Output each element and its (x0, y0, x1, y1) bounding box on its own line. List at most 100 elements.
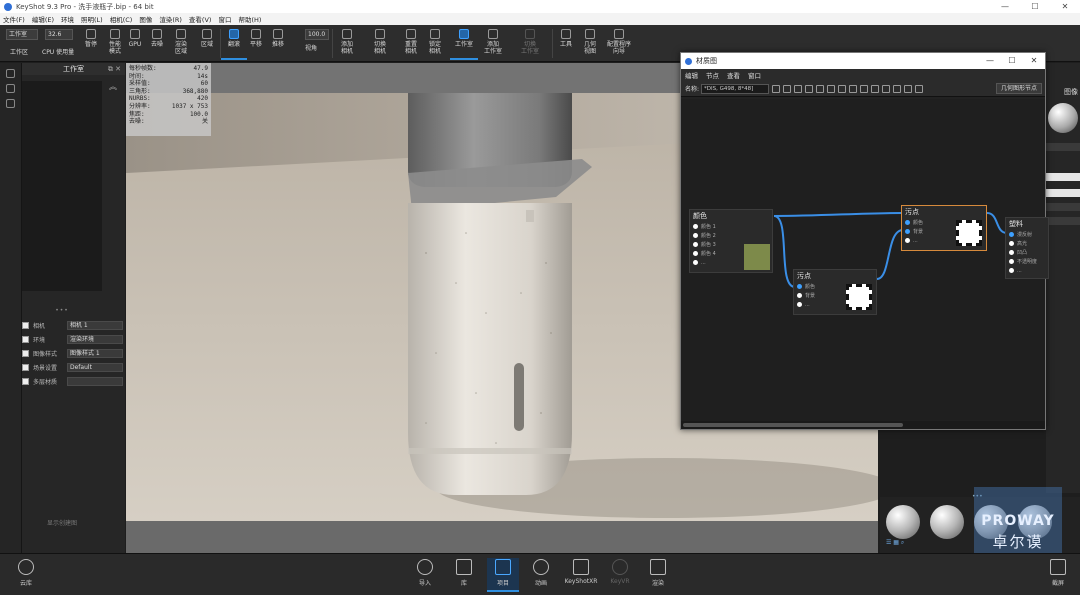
save-icon[interactable] (772, 84, 781, 93)
graph-menu-node[interactable]: 节点 (706, 70, 719, 80)
property-slider-2[interactable] (1046, 189, 1080, 197)
pause-button[interactable]: 暂停 (78, 27, 104, 60)
library-button[interactable]: 库 (448, 558, 480, 592)
configurator-wizard-button[interactable]: 配置程序 向导 (603, 27, 635, 60)
environment-checkbox[interactable] (22, 336, 29, 343)
multi-material-select[interactable] (67, 377, 123, 386)
graph-horizontal-scrollbar[interactable] (681, 421, 1045, 429)
camera-checkbox[interactable] (22, 322, 29, 329)
maximize-button[interactable]: ☐ (1020, 0, 1050, 13)
fit-icon[interactable] (904, 84, 913, 93)
camera-select[interactable]: 相机 1 (67, 321, 123, 330)
minimize-button[interactable]: — (990, 0, 1020, 13)
delete-node-icon[interactable] (849, 84, 858, 93)
animation-button[interactable]: 动画 (525, 558, 557, 592)
spots2-thumbnail (956, 220, 982, 246)
project-panel: 图像 (1046, 63, 1080, 493)
frame-icon[interactable] (882, 84, 891, 93)
scene-setting-checkbox[interactable] (22, 364, 29, 371)
copy-icon[interactable] (6, 69, 15, 78)
screenshot-button[interactable]: 截屏 (1042, 558, 1074, 592)
switch-camera-button[interactable]: 切换 相机 (367, 27, 393, 60)
graph-minimize-button[interactable]: — (979, 53, 1001, 69)
image-style-select[interactable]: 图像样式 1 (67, 349, 123, 358)
dolly-button[interactable]: 推移 (265, 27, 291, 60)
reset-camera-button[interactable]: 重置 相机 (398, 27, 424, 60)
tools-button[interactable]: 工具 (553, 27, 579, 60)
scene-setting-select[interactable]: Default (67, 363, 123, 372)
graph-menu-window[interactable]: 窗口 (748, 70, 761, 80)
group-icon[interactable] (838, 84, 847, 93)
color-texture-node[interactable]: 颜色 颜色 1 颜色 2 颜色 3 颜色 4 ... (689, 209, 773, 273)
pause-icon (86, 29, 96, 39)
switch-studio-button[interactable]: 切换 工作室 (515, 27, 545, 60)
render-button[interactable]: 渲染 (642, 558, 674, 592)
property-slider-1[interactable] (1046, 173, 1080, 181)
list-icon[interactable] (915, 84, 924, 93)
graph-menu-edit[interactable]: 编辑 (685, 70, 698, 80)
menu-image[interactable]: 图像 (139, 14, 152, 24)
paste-node-icon[interactable] (871, 84, 880, 93)
workspace-select[interactable]: 工作室 (6, 29, 38, 40)
material-name-field[interactable]: *DIS, G498, 8*48] (701, 83, 770, 94)
project-button[interactable]: 项目 (487, 558, 519, 592)
copy-node-icon[interactable] (860, 84, 869, 93)
node-icon[interactable] (783, 84, 792, 93)
cpu-usage-field[interactable]: 32.6 (45, 29, 73, 40)
material-preview-sphere[interactable] (1048, 103, 1078, 133)
library-view-icons[interactable]: ☰ ▦ ⌕ (886, 539, 904, 547)
environment-select[interactable]: 渲染环境 (67, 335, 123, 344)
configurator-wizard-icon (614, 29, 624, 39)
keyvr-button[interactable]: KeyVR (604, 558, 636, 592)
menu-view[interactable]: 查看(V) (189, 14, 212, 24)
splitter-handle[interactable]: ••• (52, 307, 72, 314)
library-material-2[interactable] (930, 505, 964, 539)
layout-icon[interactable] (794, 84, 803, 93)
menu-window[interactable]: 窗口 (218, 14, 231, 24)
graph-maximize-button[interactable]: ☐ (1001, 53, 1023, 69)
menu-help[interactable]: 帮助(H) (238, 14, 261, 24)
import-button[interactable]: 导入 (409, 558, 441, 592)
lock-camera-button[interactable]: 锁定 相机 (422, 27, 448, 60)
grid-icon[interactable] (893, 84, 902, 93)
geometry-view-button[interactable]: 几何 视图 (577, 27, 603, 60)
studio-button[interactable]: 工作室 (450, 27, 478, 60)
graph-close-button[interactable]: ✕ (1023, 53, 1045, 69)
graph-menu-view[interactable]: 查看 (727, 70, 740, 80)
menu-camera[interactable]: 相机(C) (110, 14, 133, 24)
denoise-button[interactable]: 去噪 (144, 27, 170, 60)
studio-tree[interactable] (22, 81, 102, 291)
menu-environment[interactable]: 环境 (61, 14, 74, 24)
library-material-1[interactable] (886, 505, 920, 539)
cloud-library-button[interactable]: 云库 (10, 558, 42, 592)
menu-lighting[interactable]: 照明(L) (81, 14, 103, 24)
render-region-button[interactable]: 渲染 区域 (168, 27, 194, 60)
collapse-chevron-icon[interactable]: ︽ (109, 81, 117, 92)
settings-icon[interactable] (6, 99, 15, 108)
node-graph-canvas[interactable]: 颜色 颜色 1 颜色 2 颜色 3 颜色 4 ... 污点 颜色 背景 ... … (681, 99, 1049, 421)
plastic-material-node[interactable]: 塑料 漫反射 高光 凹凸 不透明度 ... (1005, 217, 1049, 279)
region-button[interactable]: 区域 (194, 27, 220, 60)
refresh-icon[interactable] (805, 84, 814, 93)
multi-material-checkbox[interactable] (22, 378, 29, 385)
add-camera-button[interactable]: 添加 相机 (334, 27, 360, 60)
align-icon[interactable] (827, 84, 836, 93)
panel-float-close-icon[interactable]: ⧉ ✕ (108, 63, 121, 75)
menu-file[interactable]: 文件(F) (3, 14, 25, 24)
keyshotxr-button[interactable]: KeyShotXR (563, 558, 599, 592)
image-tab[interactable]: 图像 (1064, 87, 1078, 97)
render-region-icon (176, 29, 186, 39)
zoom-icon[interactable] (816, 84, 825, 93)
add-studio-button[interactable]: 添加 工作室 (480, 27, 506, 60)
close-button[interactable]: ✕ (1050, 0, 1080, 13)
spots-node-2[interactable]: 污点 颜色 背景 ... (901, 205, 987, 251)
spots-node-1[interactable]: 污点 颜色 背景 ... (793, 269, 877, 315)
fov-button[interactable]: 视角 (298, 39, 324, 59)
image-style-checkbox[interactable] (22, 350, 29, 357)
geometry-node-button[interactable]: 几何图形节点 (995, 83, 1042, 94)
menu-edit[interactable]: 编辑(E) (32, 14, 54, 24)
delete-icon[interactable] (6, 84, 15, 93)
tumble-icon (229, 29, 239, 39)
menu-render[interactable]: 渲染(R) (159, 14, 182, 24)
add-camera-icon (342, 29, 352, 39)
